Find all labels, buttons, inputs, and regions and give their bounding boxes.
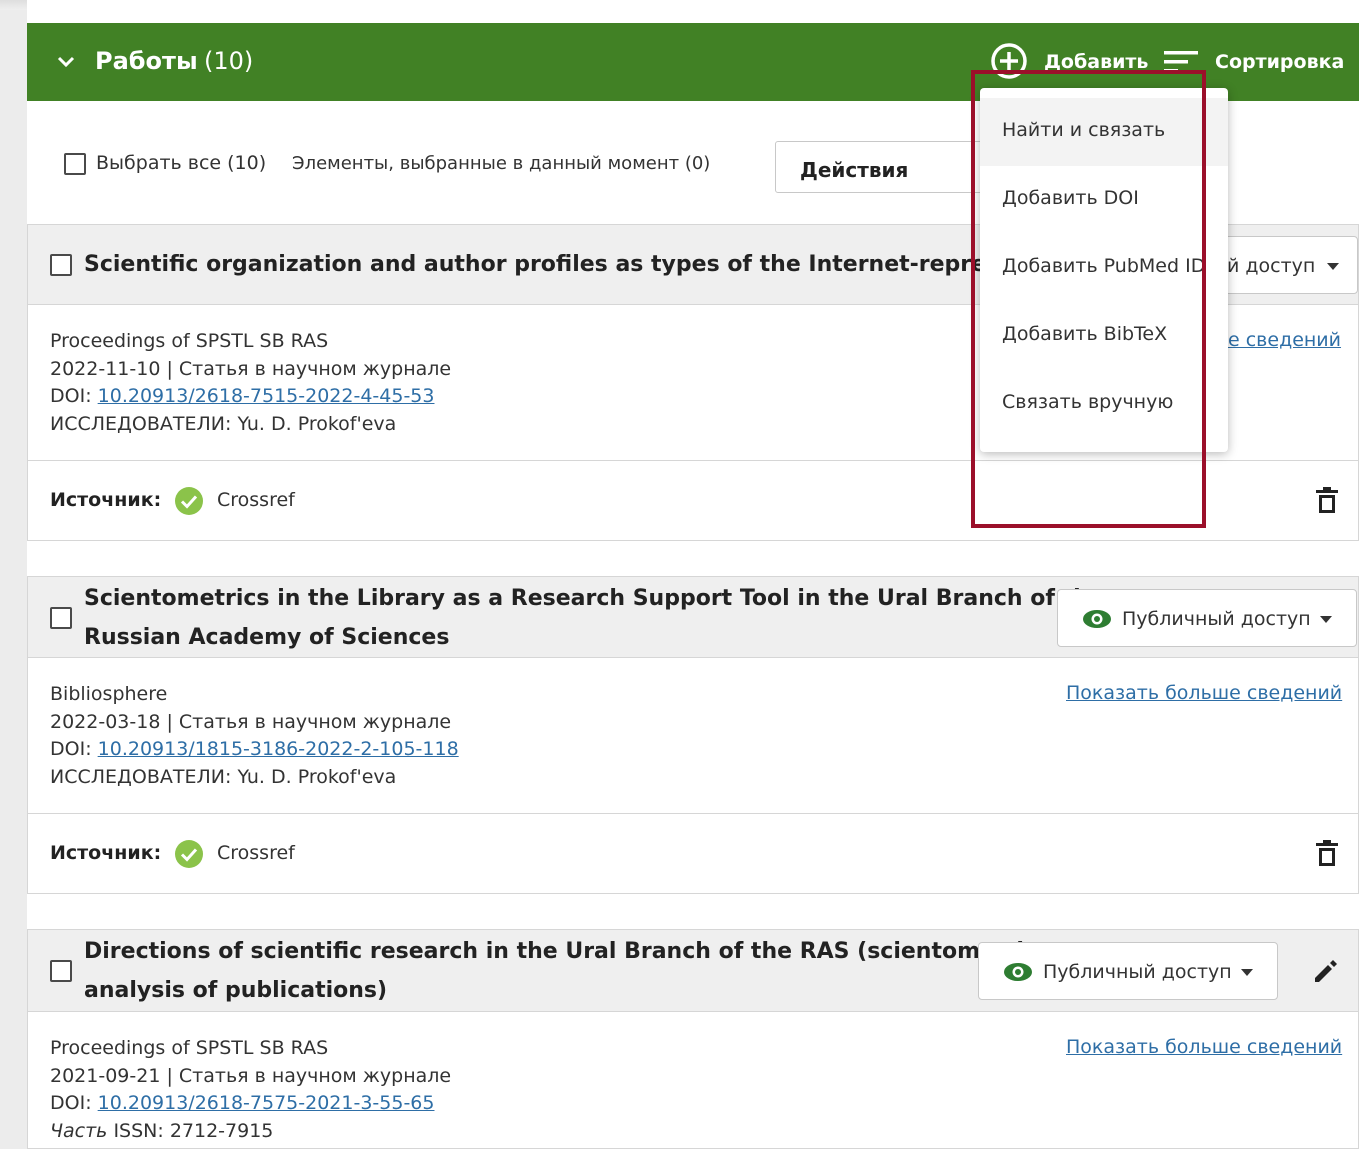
visibility-dropdown[interactable]: Публичный доступ (1057, 589, 1357, 647)
work-researchers: Yu. D. Prokof'eva (237, 412, 397, 435)
work-card-header: Directions of scientific research in the… (28, 930, 1358, 1012)
caret-down-icon (1241, 969, 1253, 976)
work-title-line-1[interactable]: Directions of scientific research in the… (84, 932, 1037, 972)
source-value: Crossref (217, 489, 295, 511)
work-researchers: Yu. D. Prokof'eva (237, 765, 397, 788)
check-circle-icon (175, 487, 203, 515)
work-checkbox[interactable] (50, 607, 72, 629)
doi-prefix: DOI: (50, 385, 92, 407)
work-checkbox[interactable] (50, 960, 72, 982)
source-label: Источник: (50, 489, 162, 511)
trash-icon[interactable] (1315, 487, 1339, 515)
card-divider (28, 813, 1358, 814)
work-journal: Proceedings of SPSTL SB RAS (50, 1037, 329, 1059)
pencil-icon[interactable] (1312, 957, 1340, 985)
eye-icon (1083, 610, 1111, 628)
work-date-type: 2021-09-21 | Статья в научном журнале (50, 1064, 452, 1087)
selected-count-label: Элементы, выбранные в данный момент (0) (292, 153, 711, 174)
work-doi-row: DOI: 10.20913/2618-7575-2021-3-55-65 (50, 1090, 451, 1118)
visibility-dropdown[interactable]: й доступ (1208, 236, 1358, 294)
actions-label: Действия (800, 158, 909, 182)
show-more-link[interactable]: Показать больше сведений (1066, 1036, 1342, 1058)
doi-prefix: DOI: (50, 738, 92, 760)
source-value: Crossref (217, 842, 295, 864)
work-researchers-row: ИССЛЕДОВАТЕЛИ: Yu. D. Prokof'eva (50, 764, 459, 792)
eye-icon (1004, 963, 1032, 981)
work-title-line-2[interactable]: Russian Academy of Sciences (84, 618, 449, 658)
trash-icon[interactable] (1315, 840, 1339, 868)
work-doi-row: DOI: 10.20913/2618-7515-2022-4-45-53 (50, 383, 451, 411)
work-title-line-2[interactable]: analysis of publications) (84, 971, 387, 1011)
caret-down-icon (1320, 616, 1332, 623)
work-card: Scientometrics in the Library as a Resea… (27, 576, 1359, 894)
doi-prefix: DOI: (50, 1092, 92, 1114)
work-date-type: 2022-03-18 | Статья в научном журнале (50, 710, 452, 733)
work-issn: ISSN: 2712-7915 (113, 1119, 274, 1142)
work-meta: Bibliosphere 2022-03-18 | Статья в научн… (50, 681, 459, 791)
researchers-prefix: ИССЛЕДОВАТЕЛИ: (50, 412, 232, 435)
work-checkbox[interactable] (50, 254, 72, 276)
show-more-link[interactable]: Показать больше сведений (1066, 682, 1342, 704)
highlight-box (971, 70, 1206, 528)
work-date-type: 2022-11-10 | Статья в научном журнале (50, 357, 452, 380)
part-label: Часть (50, 1119, 108, 1142)
work-issn-row: Часть ISSN: 2712-7915 (50, 1118, 451, 1146)
work-title[interactable]: Scientific organization and author profi… (84, 245, 1073, 285)
work-card: Directions of scientific research in the… (27, 929, 1359, 1149)
doi-link[interactable]: 10.20913/2618-7575-2021-3-55-65 (98, 1092, 435, 1114)
researchers-prefix: ИССЛЕДОВАТЕЛИ: (50, 765, 232, 788)
visibility-label: Публичный доступ (1122, 608, 1311, 630)
doi-link[interactable]: 10.20913/1815-3186-2022-2-105-118 (98, 738, 459, 760)
work-card-header: Scientometrics in the Library as a Resea… (28, 577, 1358, 658)
doi-link[interactable]: 10.20913/2618-7515-2022-4-45-53 (98, 385, 435, 407)
work-title-line-1[interactable]: Scientometrics in the Library as a Resea… (84, 579, 1104, 619)
work-meta: Proceedings of SPSTL SB RAS 2021-09-21 |… (50, 1035, 451, 1145)
work-doi-row: DOI: 10.20913/1815-3186-2022-2-105-118 (50, 736, 459, 764)
select-all-checkbox[interactable] (64, 153, 86, 175)
work-meta: Proceedings of SPSTL SB RAS 2022-11-10 |… (50, 328, 451, 438)
section-title: Работы (95, 47, 198, 75)
show-more-link[interactable]: е сведений (1228, 329, 1341, 351)
select-all-label[interactable]: Выбрать все (10) (96, 152, 266, 174)
visibility-label: й доступ (1227, 255, 1316, 277)
check-circle-icon (175, 840, 203, 868)
work-journal: Bibliosphere (50, 683, 168, 705)
section-count: (10) (204, 47, 254, 75)
work-journal: Proceedings of SPSTL SB RAS (50, 330, 329, 352)
caret-down-icon (1327, 263, 1339, 270)
visibility-label: Публичный доступ (1043, 961, 1232, 983)
sort-button[interactable]: Сортировка (1215, 51, 1344, 73)
source-label: Источник: (50, 842, 162, 864)
chevron-down-icon[interactable] (55, 51, 77, 73)
visibility-dropdown[interactable]: Публичный доступ (978, 942, 1278, 1000)
work-researchers-row: ИССЛЕДОВАТЕЛИ: Yu. D. Prokof'eva (50, 411, 451, 439)
